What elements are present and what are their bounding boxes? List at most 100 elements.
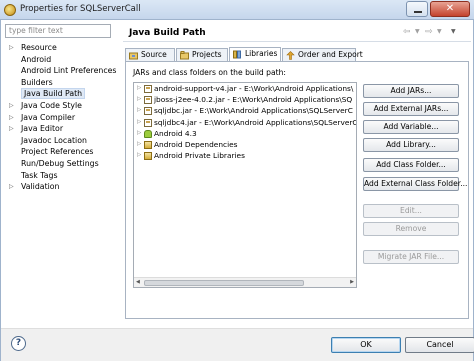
- expand-arrow-icon[interactable]: ▷: [137, 117, 141, 128]
- libraries-list[interactable]: ▷ android-support-v4.jar - E:\Work\Androi…: [133, 82, 357, 288]
- add-class-folder-button[interactable]: Add Class Folder...: [363, 158, 459, 172]
- help-icon[interactable]: ?: [11, 336, 26, 351]
- add-external-class-folder-button[interactable]: Add External Class Folder...: [363, 177, 467, 191]
- scroll-left-icon[interactable]: ◀: [136, 279, 140, 285]
- tree-item-label: Javadoc Location: [21, 135, 87, 145]
- close-window-button[interactable]: ✕: [430, 1, 470, 17]
- view-menu-icon[interactable]: ▼: [451, 28, 456, 35]
- back-history-dropdown-icon[interactable]: ▼: [415, 28, 420, 35]
- expand-arrow-icon[interactable]: ▷: [9, 100, 14, 112]
- tab-libraries[interactable]: Libraries: [229, 47, 281, 62]
- scroll-right-icon[interactable]: ▶: [350, 279, 354, 285]
- tree-item[interactable]: ▷ Resource: [5, 42, 113, 54]
- tree-item-label: Run/Debug Settings: [21, 158, 99, 168]
- dialog-footer: ? OK Cancel: [1, 328, 474, 361]
- tree-item[interactable]: ▷ Validation: [5, 181, 113, 193]
- eclipse-app-icon: [4, 4, 16, 16]
- tab-order-and-export[interactable]: Order and Export: [282, 48, 363, 62]
- android-icon: [144, 129, 152, 138]
- library-icon: [144, 140, 152, 149]
- list-item-label: sqljdbc4.jar - E:\Work\Android Applicati…: [154, 117, 357, 127]
- tab-label: Source: [141, 50, 167, 59]
- tree-item-label: Builders: [21, 77, 53, 87]
- tree-item[interactable]: Javadoc Location: [5, 135, 113, 147]
- build-path-tabs: Source Projects Libraries Order and Expo…: [125, 47, 469, 62]
- page-header: Java Build Path ⇦ ▼ ⇨ ▼ ▼: [123, 22, 471, 42]
- list-item-label: sqljdbc.jar - E:\Work\Android Applicatio…: [154, 106, 353, 116]
- remove-button[interactable]: Remove: [363, 222, 459, 236]
- page-title: Java Build Path: [129, 28, 206, 38]
- expand-arrow-icon[interactable]: ▷: [9, 112, 14, 124]
- tree-item-label: Java Code Style: [21, 100, 82, 110]
- tree-item[interactable]: Run/Debug Settings: [5, 158, 113, 170]
- tree-item-label: Java Build Path: [21, 88, 86, 100]
- source-folder-icon: [129, 52, 138, 60]
- tree-item[interactable]: Task Tags: [5, 170, 113, 182]
- jar-icon: [144, 107, 152, 116]
- category-pane: type filter text ▷ Resource Android Android…: [3, 22, 117, 322]
- expand-arrow-icon[interactable]: ▷: [137, 128, 141, 139]
- list-item-label: jboss-j2ee-4.0.2.jar - E:\Work\Android A…: [154, 95, 353, 105]
- expand-arrow-icon[interactable]: ▷: [137, 139, 141, 150]
- tree-item[interactable]: Builders: [5, 77, 113, 89]
- tree-item-label: Project References: [21, 147, 94, 157]
- tree-item-label: Resource: [21, 43, 57, 52]
- add-external-jars-button[interactable]: Add External JARs...: [363, 102, 459, 116]
- minimize-button[interactable]: [406, 1, 428, 17]
- tree-item-label: Android Lint Preferences: [21, 66, 117, 76]
- jar-icon: [144, 96, 152, 105]
- pane-divider[interactable]: [117, 22, 121, 322]
- forward-history-dropdown-icon[interactable]: ▼: [437, 28, 442, 35]
- list-item-label: Android Dependencies: [154, 139, 238, 149]
- add-jars-button[interactable]: Add JARs...: [363, 84, 459, 98]
- projects-icon: [180, 51, 189, 60]
- add-variable-button[interactable]: Add Variable...: [363, 120, 459, 134]
- tree-item[interactable]: ▷ Java Editor: [5, 123, 113, 135]
- add-library-button[interactable]: Add Library...: [363, 138, 459, 152]
- horizontal-scrollbar[interactable]: ◀ ▶: [134, 277, 356, 287]
- edit-button[interactable]: Edit...: [363, 204, 459, 218]
- expand-arrow-icon[interactable]: ▷: [137, 150, 141, 161]
- filter-input[interactable]: type filter text: [5, 24, 111, 38]
- expand-arrow-icon[interactable]: ▷: [137, 83, 141, 94]
- library-icon: [144, 152, 152, 161]
- window-title: Properties for SQLServerCall: [20, 4, 141, 14]
- tree-item-label: Java Compiler: [21, 112, 76, 122]
- tree-item[interactable]: Android: [5, 54, 113, 66]
- libraries-icon: [233, 50, 241, 59]
- list-item[interactable]: ▷ Android Dependencies: [134, 139, 356, 150]
- tab-label: Order and Export: [298, 50, 363, 59]
- cancel-button[interactable]: Cancel: [405, 337, 474, 353]
- expand-arrow-icon[interactable]: ▷: [137, 105, 141, 116]
- scrollbar-thumb[interactable]: [144, 280, 304, 286]
- page-pane: Java Build Path ⇦ ▼ ⇨ ▼ ▼ Source Project…: [123, 22, 471, 322]
- list-item[interactable]: ▷ jboss-j2ee-4.0.2.jar - E:\Work\Android …: [134, 94, 356, 105]
- tree-item-label: Android: [21, 54, 52, 64]
- tree-item[interactable]: ▷ Java Code Style: [5, 100, 113, 112]
- list-item-label: Android 4.3: [154, 128, 197, 138]
- tree-item[interactable]: Java Build Path: [5, 88, 113, 100]
- back-arrow-icon[interactable]: ⇦: [403, 27, 411, 37]
- ok-button[interactable]: OK: [331, 337, 401, 353]
- list-item[interactable]: ▷ Android 4.3: [134, 128, 356, 139]
- tree-item-label: Java Editor: [21, 124, 64, 134]
- list-item[interactable]: ▷ sqljdbc.jar - E:\Work\Android Applicati…: [134, 105, 356, 116]
- jar-icon: [144, 118, 152, 127]
- category-tree: ▷ Resource Android Android Lint Preferences…: [5, 42, 117, 193]
- expand-arrow-icon[interactable]: ▷: [9, 42, 14, 54]
- expand-arrow-icon[interactable]: ▷: [137, 94, 141, 105]
- tree-item[interactable]: ▷ Java Compiler: [5, 112, 113, 124]
- tree-item[interactable]: Project References: [5, 146, 113, 158]
- tab-source[interactable]: Source: [125, 48, 175, 62]
- list-item-label: android-support-v4.jar - E:\Work\Android…: [154, 84, 354, 93]
- tab-projects[interactable]: Projects: [176, 48, 228, 62]
- title-bar: Properties for SQLServerCall ✕: [0, 0, 474, 20]
- migrate-jar-button[interactable]: Migrate JAR File...: [363, 250, 459, 264]
- expand-arrow-icon[interactable]: ▷: [9, 181, 14, 193]
- tree-item[interactable]: Android Lint Preferences: [5, 65, 117, 77]
- list-item[interactable]: ▷ android-support-v4.jar - E:\Work\Androi…: [134, 83, 356, 94]
- list-item[interactable]: ▷ sqljdbc4.jar - E:\Work\Android Applicat…: [134, 117, 356, 128]
- list-item[interactable]: ▷ Android Private Libraries: [134, 150, 356, 161]
- forward-arrow-icon[interactable]: ⇨: [425, 27, 433, 37]
- expand-arrow-icon[interactable]: ▷: [9, 123, 14, 135]
